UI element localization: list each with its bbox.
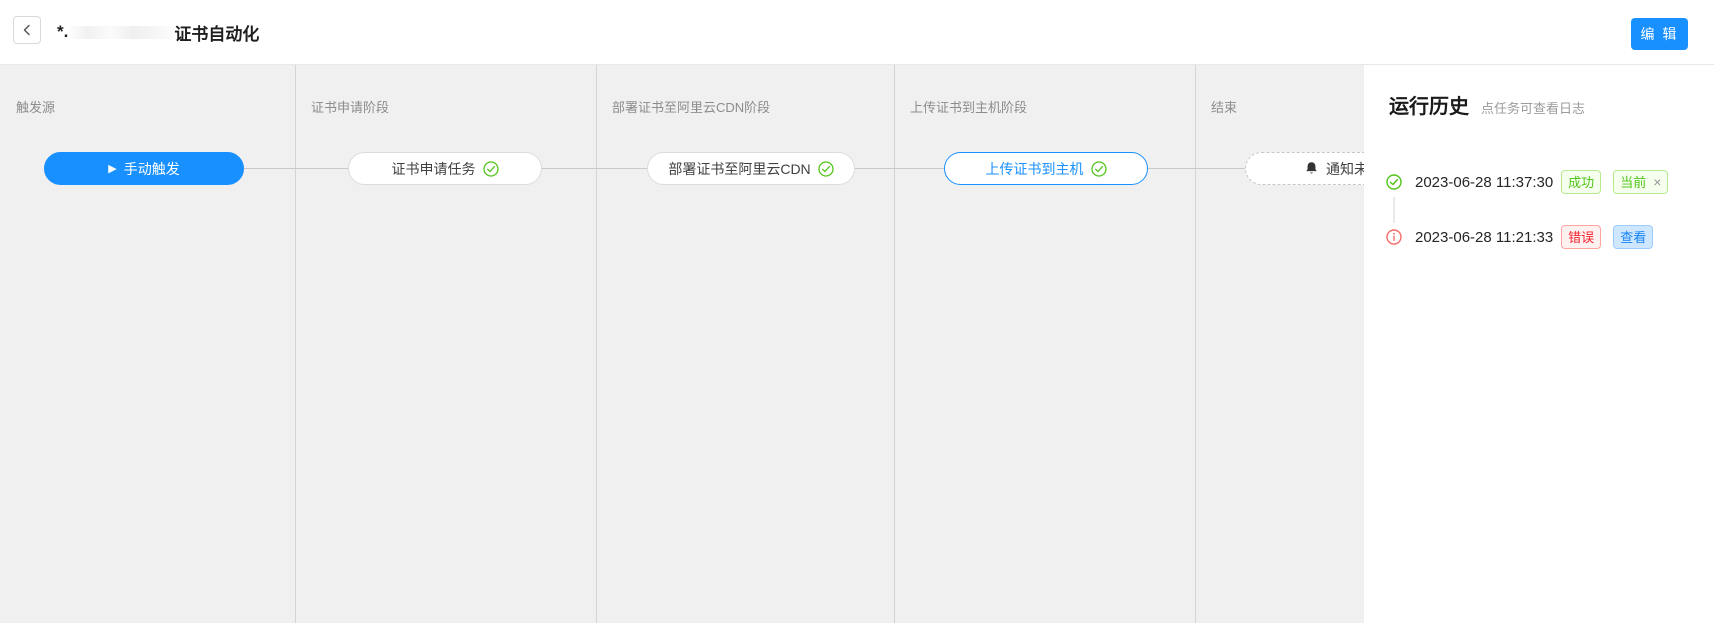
- column-divider: [894, 65, 895, 623]
- chevron-left-icon: [20, 23, 34, 37]
- error-circle-icon: [1386, 229, 1402, 245]
- status-badge-error: 错误: [1561, 225, 1601, 249]
- node-cert-request-task[interactable]: 证书申请任务: [348, 152, 542, 185]
- check-circle-icon: [1091, 161, 1107, 177]
- close-icon[interactable]: ×: [1653, 175, 1661, 189]
- play-icon: ▶: [108, 164, 116, 175]
- column-divider: [1195, 65, 1196, 623]
- column-divider: [596, 65, 597, 623]
- run-history-header: 运行历史 点任务可查看日志: [1389, 90, 1585, 119]
- node-upload-host[interactable]: 上传证书到主机: [944, 152, 1148, 185]
- node-label: 手动触发: [124, 159, 180, 179]
- pipeline-board: 触发源 证书申请阶段 部署证书至阿里云CDN阶段 上传证书到主机阶段 结束 ▶ …: [0, 65, 1364, 623]
- run-history-timeline: [1393, 197, 1395, 223]
- bell-icon: [1304, 161, 1319, 176]
- check-circle-icon: [818, 161, 834, 177]
- run-history-panel: 运行历史 点任务可查看日志 2023-06-28 11:37:30 成功 当前 …: [1364, 65, 1714, 623]
- stage-label-cert-apply: 证书申请阶段: [311, 97, 389, 116]
- stage-label-trigger: 触发源: [16, 97, 55, 116]
- check-circle-icon: [1386, 174, 1402, 190]
- node-label: 通知未: [1326, 159, 1364, 179]
- view-log-button[interactable]: 查看: [1613, 225, 1653, 249]
- node-label: 证书申请任务: [392, 159, 476, 179]
- page-title: *. 证书自动化: [57, 0, 259, 64]
- certificate-automation-page: *. 证书自动化 编 辑 触发源 证书申请阶段 部署证书至阿里云CDN阶段 上传…: [0, 0, 1714, 623]
- node-deploy-cdn[interactable]: 部署证书至阿里云CDN: [647, 152, 855, 185]
- redacted-domain-name: [69, 26, 173, 39]
- edit-button[interactable]: 编 辑: [1631, 18, 1688, 50]
- run-history-title: 运行历史: [1389, 90, 1469, 119]
- run-timestamp: 2023-06-28 11:21:33: [1415, 229, 1553, 246]
- check-circle-icon: [483, 161, 499, 177]
- back-button[interactable]: [13, 16, 41, 44]
- node-notification[interactable]: 通知未: [1245, 152, 1364, 185]
- stage-label-end: 结束: [1211, 97, 1237, 116]
- current-run-label: 当前: [1620, 176, 1646, 189]
- status-badge-success: 成功: [1561, 170, 1601, 194]
- node-label: 上传证书到主机: [986, 159, 1084, 179]
- run-row-error[interactable]: 2023-06-28 11:21:33 错误 查看: [1386, 225, 1653, 249]
- column-divider: [295, 65, 296, 623]
- page-title-suffix: 证书自动化: [174, 20, 259, 45]
- run-timestamp: 2023-06-28 11:37:30: [1415, 174, 1553, 191]
- stage-label-deploy-cdn: 部署证书至阿里云CDN阶段: [612, 97, 770, 116]
- page-header: *. 证书自动化 编 辑: [0, 0, 1714, 65]
- node-manual-trigger[interactable]: ▶ 手动触发: [44, 152, 244, 185]
- node-label: 部署证书至阿里云CDN: [668, 159, 810, 179]
- current-run-badge: 当前 ×: [1613, 170, 1668, 194]
- page-title-prefix: *.: [57, 22, 68, 42]
- run-row-success[interactable]: 2023-06-28 11:37:30 成功 当前 ×: [1386, 170, 1668, 194]
- run-history-subtitle: 点任务可查看日志: [1481, 98, 1585, 117]
- stage-label-upload-host: 上传证书到主机阶段: [910, 97, 1027, 116]
